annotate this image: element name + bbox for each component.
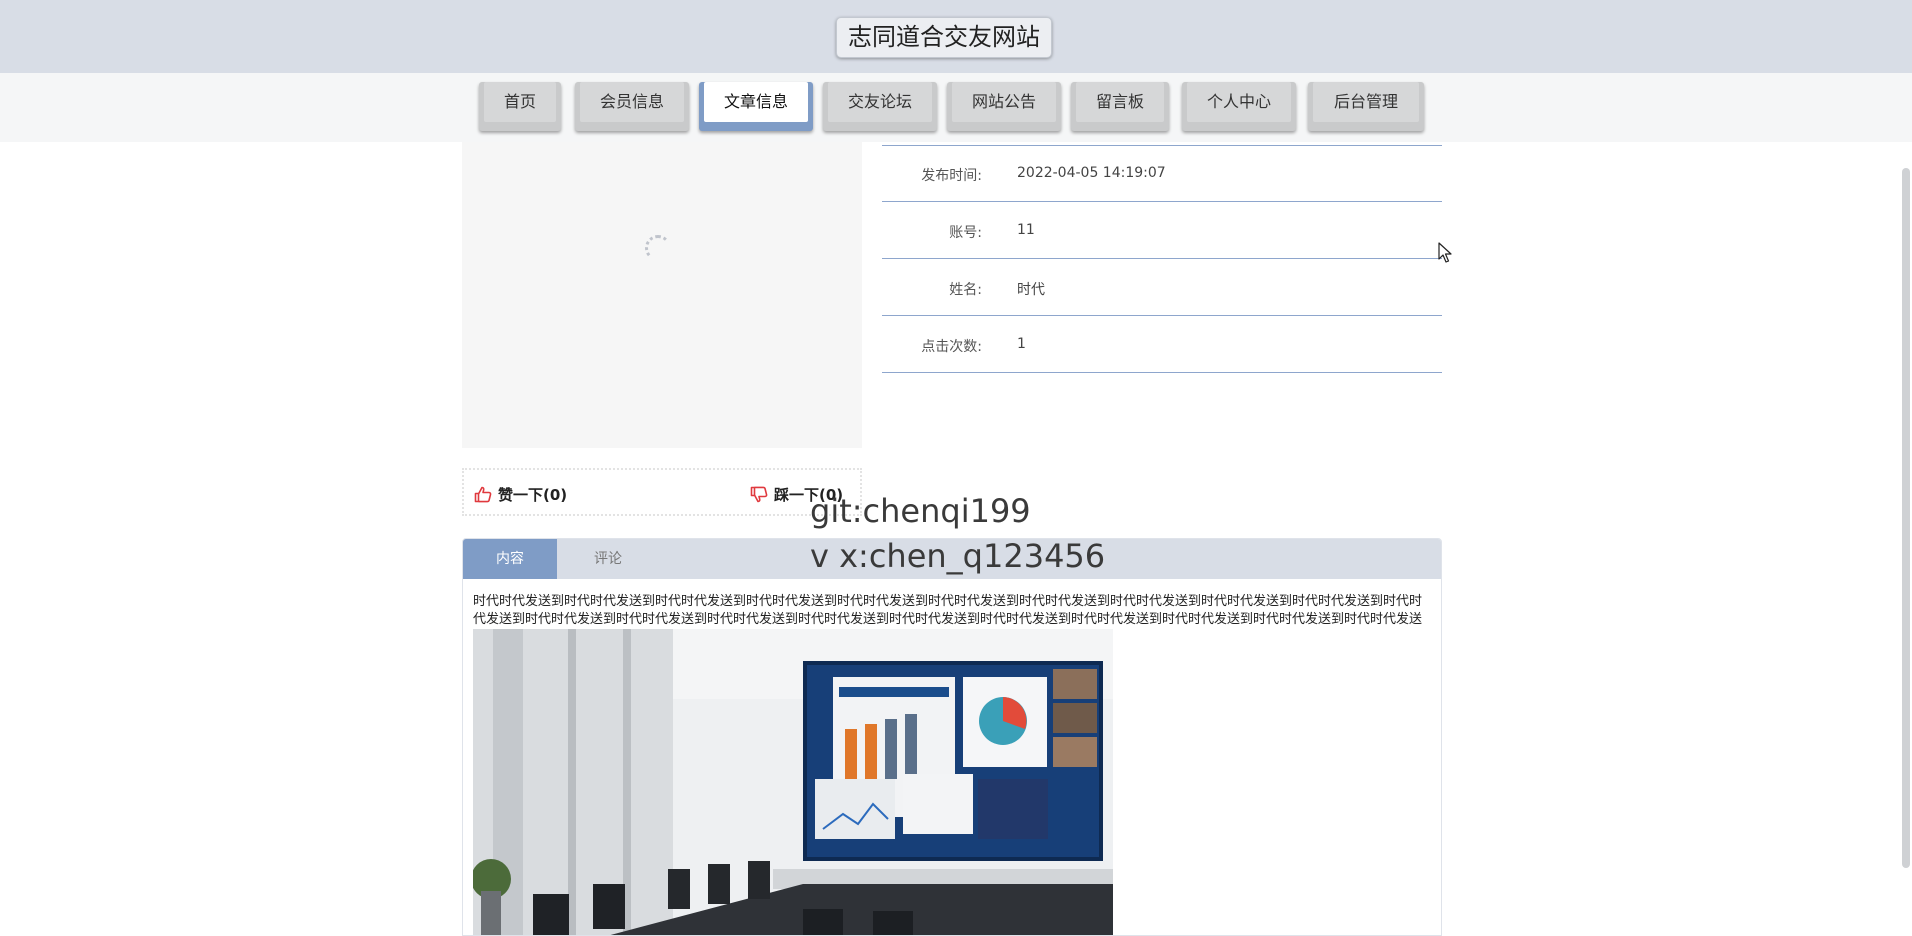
nav-item-label: 会员信息 — [580, 82, 684, 122]
like-label: 赞一下(0) — [498, 486, 568, 504]
nav-item-members[interactable]: 会员信息 — [575, 82, 689, 131]
nav-item-announcements[interactable]: 网站公告 — [947, 82, 1061, 131]
nav-item-label: 留言板 — [1076, 82, 1164, 122]
site-header: 志同道合交友网站 — [0, 0, 1912, 73]
detail-value: 11 — [1017, 222, 1035, 238]
detail-value: 1 — [1017, 336, 1026, 352]
nav-item-label: 个人中心 — [1187, 82, 1291, 122]
detail-label: 姓名: — [949, 282, 982, 298]
nav-item-articles[interactable]: 文章信息 — [699, 82, 813, 131]
nav-item-home[interactable]: 首页 — [479, 82, 561, 131]
detail-label: 点击次数: — [921, 339, 982, 355]
site-title: 志同道合交友网站 — [836, 17, 1052, 58]
nav-item-admin[interactable]: 后台管理 — [1308, 82, 1424, 131]
vote-bar: 赞一下(0) 踩一下(0) — [462, 468, 862, 516]
nav-item-message-board[interactable]: 留言板 — [1071, 82, 1169, 131]
detail-row-account: 账号: 11 — [882, 202, 1442, 259]
detail-label: 发布时间: — [921, 168, 982, 184]
detail-row-publish-time: 发布时间: 2022-04-05 14:19:07 — [882, 145, 1442, 202]
nav-item-label: 交友论坛 — [828, 82, 932, 122]
tab-comments[interactable]: 评论 — [557, 539, 659, 579]
nav-item-label: 文章信息 — [704, 82, 808, 122]
nav-item-label: 首页 — [484, 82, 556, 122]
detail-label: 账号: — [949, 225, 982, 241]
watermark-wechat: v x:chen_q123456 — [810, 537, 1106, 575]
watermark-git: git:chenqi199 — [810, 492, 1031, 530]
like-button[interactable]: 赞一下(0) — [474, 484, 567, 505]
thumbs-down-icon — [750, 486, 768, 503]
detail-value: 2022-04-05 14:19:07 — [1017, 165, 1166, 181]
conference-room-photo — [473, 629, 1113, 935]
nav-item-label: 后台管理 — [1313, 82, 1419, 122]
detail-row-clicks: 点击次数: 1 — [882, 316, 1442, 373]
article-image-placeholder — [462, 142, 862, 448]
nav-item-profile[interactable]: 个人中心 — [1182, 82, 1296, 131]
conference-room-image — [473, 629, 1113, 935]
tab-content[interactable]: 内容 — [463, 539, 557, 579]
detail-value: 时代 — [1017, 282, 1045, 298]
thumbs-up-icon — [474, 486, 492, 503]
mouse-cursor-icon — [1438, 242, 1452, 263]
page-scrollbar[interactable] — [1902, 168, 1910, 868]
nav-item-label: 网站公告 — [952, 82, 1056, 122]
content-panel: 内容 评论 时代时代发送到时代时代发送到时代时代发送到时代时代发送到时代时代发送… — [462, 538, 1442, 936]
nav-item-forum[interactable]: 交友论坛 — [823, 82, 937, 131]
loading-spinner-icon — [645, 235, 671, 261]
detail-row-name: 姓名: 时代 — [882, 259, 1442, 316]
